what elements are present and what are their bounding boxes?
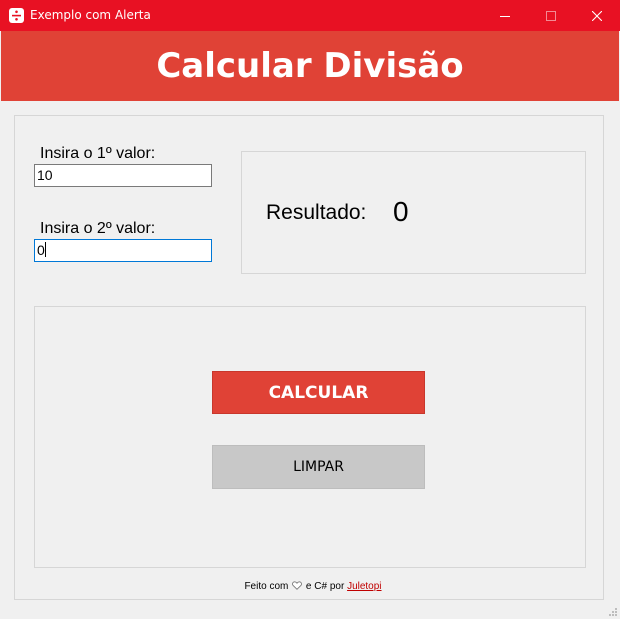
- clear-button[interactable]: LIMPAR: [212, 445, 425, 489]
- result-value: 0: [393, 196, 409, 227]
- clear-button-label: LIMPAR: [293, 459, 344, 475]
- second-value-input[interactable]: 0: [34, 239, 212, 262]
- calculate-button-label: CALCULAR: [268, 382, 369, 403]
- first-value-text: 10: [37, 167, 53, 183]
- maximize-icon: [546, 10, 556, 21]
- second-value-text: 0: [37, 242, 45, 258]
- minimize-button[interactable]: [482, 0, 528, 31]
- footer-credit: Feito com e C# por Juletopi: [0, 580, 620, 594]
- minimize-icon: [500, 15, 510, 17]
- calculate-button[interactable]: CALCULAR: [212, 371, 425, 414]
- first-value-input[interactable]: 10: [34, 164, 212, 187]
- maximize-button[interactable]: [528, 0, 574, 31]
- close-icon: [592, 10, 602, 21]
- heart-icon: [292, 581, 303, 594]
- author-link[interactable]: Juletopi: [347, 581, 381, 592]
- footer-prefix: Feito com: [244, 581, 289, 592]
- header-banner: Calcular Divisão: [1, 31, 619, 101]
- resize-grip-icon[interactable]: [608, 607, 618, 617]
- result-label: Resultado:: [266, 201, 367, 224]
- window-titlebar[interactable]: Exemplo com Alerta: [0, 0, 620, 31]
- close-button[interactable]: [574, 0, 620, 31]
- page-title: Calcular Divisão: [156, 46, 464, 86]
- window-title: Exemplo com Alerta: [30, 8, 151, 22]
- footer-middle: e C# por: [305, 581, 345, 592]
- text-caret: [44, 242, 46, 257]
- buttons-panel: [34, 306, 586, 568]
- second-value-label: Insira o 2º valor:: [40, 220, 156, 237]
- divide-icon: [9, 8, 24, 23]
- first-value-label: Insira o 1º valor:: [40, 145, 156, 162]
